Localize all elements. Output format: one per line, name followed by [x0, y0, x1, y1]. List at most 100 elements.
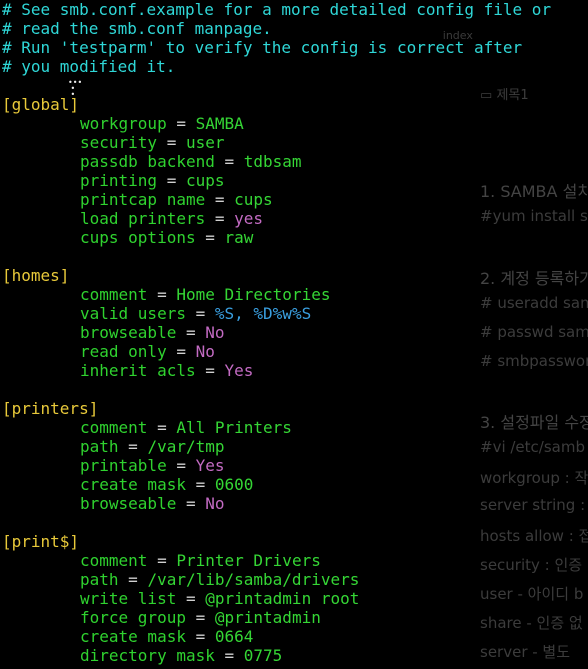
config-value: @printadmin root [205, 589, 360, 608]
config-entry: comment = Home Directories [2, 285, 330, 304]
config-entry: comment = Printer Drivers [2, 551, 321, 570]
comment-line: # read the smb.conf manpage. [2, 19, 272, 38]
config-value: Printer Drivers [176, 551, 321, 570]
equals-sign: = [185, 627, 215, 646]
config-value: Home Directories [176, 285, 331, 304]
config-value: No [195, 342, 215, 361]
screen: 개인적 홈페이지DNSwebindex ▭ 제목1 1. SAMBA 설치#yu… [0, 0, 588, 669]
config-key: browseable [80, 323, 177, 342]
equals-sign: = [118, 570, 148, 589]
config-key: create mask [80, 627, 186, 646]
section-name: [homes] [2, 266, 70, 285]
equals-sign: = [214, 646, 244, 665]
config-key: browseable [80, 494, 177, 513]
config-key: create mask [80, 475, 186, 494]
config-entry: load printers = yes [2, 209, 263, 228]
config-value: raw [224, 228, 254, 247]
config-entry: workgroup = SAMBA [2, 114, 244, 133]
config-key: comment [80, 418, 148, 437]
config-key: inherit acls [80, 361, 196, 380]
config-value: tdbsam [243, 152, 302, 171]
config-value: SAMBA [195, 114, 244, 133]
comment-text: # Run 'testparm' to verify the config is… [2, 38, 523, 57]
equals-sign: = [176, 589, 206, 608]
config-entry: passdb backend = tdbsam [2, 152, 302, 171]
config-entry: printing = cups [2, 171, 225, 190]
comment-line: # See smb.conf.example for a more detail… [2, 0, 551, 19]
config-entry: path = /var/lib/samba/drivers [2, 570, 359, 589]
config-value: 0600 [214, 475, 254, 494]
config-entry: security = user [2, 133, 225, 152]
equals-sign: = [157, 171, 186, 190]
config-value: 0775 [243, 646, 283, 665]
section-name: [printers] [2, 399, 99, 418]
equals-sign: = [185, 475, 215, 494]
config-entry: read only = No [2, 342, 215, 361]
equals-sign: = [214, 152, 244, 171]
comment-text: # See smb.conf.example for a more detail… [2, 0, 552, 19]
config-value: /var/tmp [147, 437, 225, 456]
config-key: passdb backend [80, 152, 215, 171]
config-key: load printers [80, 209, 206, 228]
config-key: valid users [80, 304, 186, 323]
section-header: [homes] [2, 266, 69, 285]
equals-sign: = [118, 437, 148, 456]
config-key: security [80, 133, 158, 152]
equals-sign: = [166, 342, 196, 361]
config-entry: browseable = No [2, 323, 225, 342]
equals-sign: = [147, 551, 177, 570]
equals-sign: = [185, 608, 215, 627]
config-value: No [205, 494, 225, 513]
equals-sign: = [176, 494, 206, 513]
equals-sign: = [176, 323, 206, 342]
equals-sign: = [147, 418, 177, 437]
comment-text: # read the smb.conf manpage. [2, 19, 272, 38]
config-value: yes [234, 209, 264, 228]
config-key: cups options [80, 228, 196, 247]
config-key: printcap name [80, 190, 206, 209]
config-key: force group [80, 608, 186, 627]
config-entry: write list = @printadmin root [2, 589, 359, 608]
config-entry: create mask = 0600 [2, 475, 253, 494]
config-key: comment [80, 285, 148, 304]
config-key: comment [80, 551, 148, 570]
config-value: Yes [224, 361, 254, 380]
config-value: Yes [195, 456, 225, 475]
config-value: cups [185, 171, 225, 190]
config-key: path [80, 437, 119, 456]
config-entry: cups options = raw [2, 228, 253, 247]
equals-sign: = [185, 304, 215, 323]
section-name: [print$] [2, 532, 80, 551]
section-header: [print$] [2, 532, 79, 551]
config-value: user [185, 133, 225, 152]
config-entry: printcap name = cups [2, 190, 273, 209]
equals-sign: = [147, 285, 177, 304]
comment-text: # you modified it. [2, 57, 176, 76]
equals-sign: = [205, 190, 235, 209]
equals-sign: = [195, 228, 225, 247]
config-value: /var/lib/samba/drivers [147, 570, 360, 589]
config-key: printing [80, 171, 158, 190]
config-key: read only [80, 342, 167, 361]
config-entry: valid users = %S, %D%w%S [2, 304, 311, 323]
comment-line: # you modified it. [2, 57, 175, 76]
equals-sign: = [195, 361, 225, 380]
config-entry: printable = Yes [2, 456, 225, 475]
terminal-window[interactable]: # See smb.conf.example for a more detail… [0, 0, 588, 669]
section-header: [printers] [2, 399, 98, 418]
config-entry: browseable = No [2, 494, 225, 513]
config-value: cups [234, 190, 273, 209]
mouse-cursor-icon: ••• • • [68, 78, 83, 99]
config-value: 0664 [214, 627, 254, 646]
equals-sign: = [166, 114, 196, 133]
config-entry: comment = All Printers [2, 418, 292, 437]
config-key: directory mask [80, 646, 215, 665]
config-entry: directory mask = 0775 [2, 646, 282, 665]
config-key: workgroup [80, 114, 167, 133]
config-value: @printadmin [214, 608, 321, 627]
equals-sign: = [205, 209, 235, 228]
config-value: %S, %D%w%S [214, 304, 312, 323]
config-entry: create mask = 0664 [2, 627, 253, 646]
config-entry: path = /var/tmp [2, 437, 225, 456]
config-key: printable [80, 456, 167, 475]
